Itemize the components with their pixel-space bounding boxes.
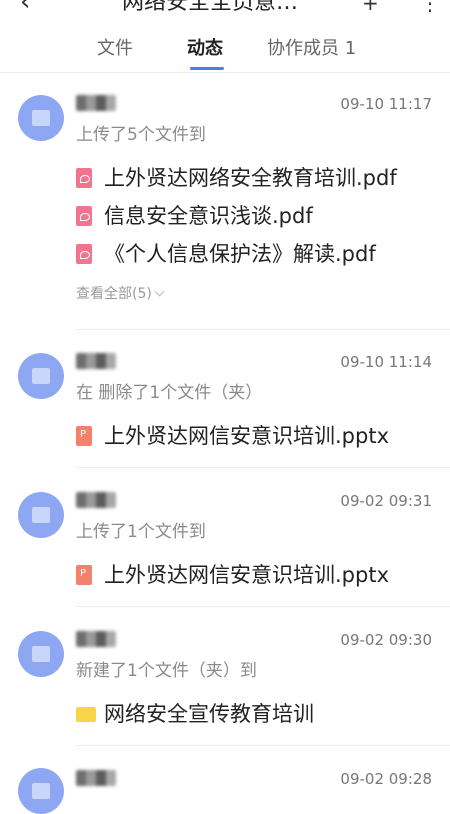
activity-action: 上传了1个文件到	[76, 522, 206, 542]
file-item[interactable]: 上外贤达网信安意识培训.pptx	[76, 422, 436, 450]
pdf-file-icon	[76, 244, 92, 264]
tab-activity[interactable]: 动态	[187, 36, 223, 62]
add-icon[interactable]: +	[362, 0, 379, 13]
user-name-blurred	[76, 353, 116, 369]
activity-time: 09-02 09:31	[340, 492, 432, 510]
activity-time: 09-02 09:30	[340, 631, 432, 649]
file-item[interactable]: 网络安全宣传教育培训	[76, 700, 436, 728]
folder-name: 网络安全宣传教育培训	[104, 702, 314, 726]
chevron-down-icon	[154, 286, 165, 297]
file-item[interactable]: 信息安全意识浅谈.pdf	[76, 202, 436, 230]
ppt-file-icon	[76, 426, 92, 446]
avatar[interactable]	[18, 353, 64, 399]
tab-bar: 文件 动态 协作成员 1	[0, 36, 450, 70]
file-name: 《个人信息保护法》解读.pdf	[104, 242, 376, 266]
avatar[interactable]	[18, 631, 64, 677]
back-icon[interactable]: ‹	[20, 0, 30, 15]
view-all-label: 查看全部(5)	[76, 286, 152, 302]
user-name-blurred	[76, 770, 116, 786]
top-bar: ‹ 网络安全全员意… + ⋮ 文件 动态 协作成员 1	[0, 0, 450, 80]
divider	[76, 745, 450, 746]
folder-icon	[76, 707, 96, 722]
file-name: 信息安全意识浅谈.pdf	[104, 204, 313, 228]
activity-action: 新建了1个文件（夹）到	[76, 661, 257, 681]
activity-action: 上传了5个文件到	[76, 125, 206, 145]
pdf-file-icon	[76, 206, 92, 226]
user-name-blurred	[76, 631, 116, 647]
user-name-blurred	[76, 492, 116, 508]
avatar[interactable]	[18, 95, 64, 141]
divider	[76, 329, 450, 330]
divider	[76, 606, 450, 607]
more-icon[interactable]: ⋮	[420, 0, 440, 13]
file-item[interactable]: 《个人信息保护法》解读.pdf	[76, 240, 436, 268]
divider	[76, 467, 450, 468]
file-name: 上外贤达网信安意识培训.pptx	[104, 424, 389, 448]
tab-files[interactable]: 文件	[97, 36, 133, 62]
file-item[interactable]: 上外贤达网信安意识培训.pptx	[76, 561, 436, 589]
divider	[0, 72, 450, 73]
pdf-file-icon	[76, 168, 92, 188]
file-name: 上外贤达网络安全教育培训.pdf	[104, 166, 397, 190]
view-all-link[interactable]: 查看全部(5)	[76, 285, 165, 303]
activity-time: 09-02 09:28	[340, 770, 432, 788]
avatar[interactable]	[18, 768, 64, 814]
activity-action: 在 删除了1个文件（夹）	[76, 383, 263, 403]
avatar[interactable]	[18, 492, 64, 538]
user-name-blurred	[76, 95, 116, 111]
active-tab-indicator	[190, 67, 224, 70]
activity-time: 09-10 11:14	[340, 353, 432, 371]
file-item[interactable]: 上外贤达网络安全教育培训.pdf	[76, 164, 436, 192]
page-title: 网络安全全员意…	[122, 0, 299, 15]
activity-time: 09-10 11:17	[340, 95, 432, 113]
ppt-file-icon	[76, 565, 92, 585]
file-name: 上外贤达网信安意识培训.pptx	[104, 563, 389, 587]
tab-collaborators[interactable]: 协作成员 1	[267, 36, 356, 62]
